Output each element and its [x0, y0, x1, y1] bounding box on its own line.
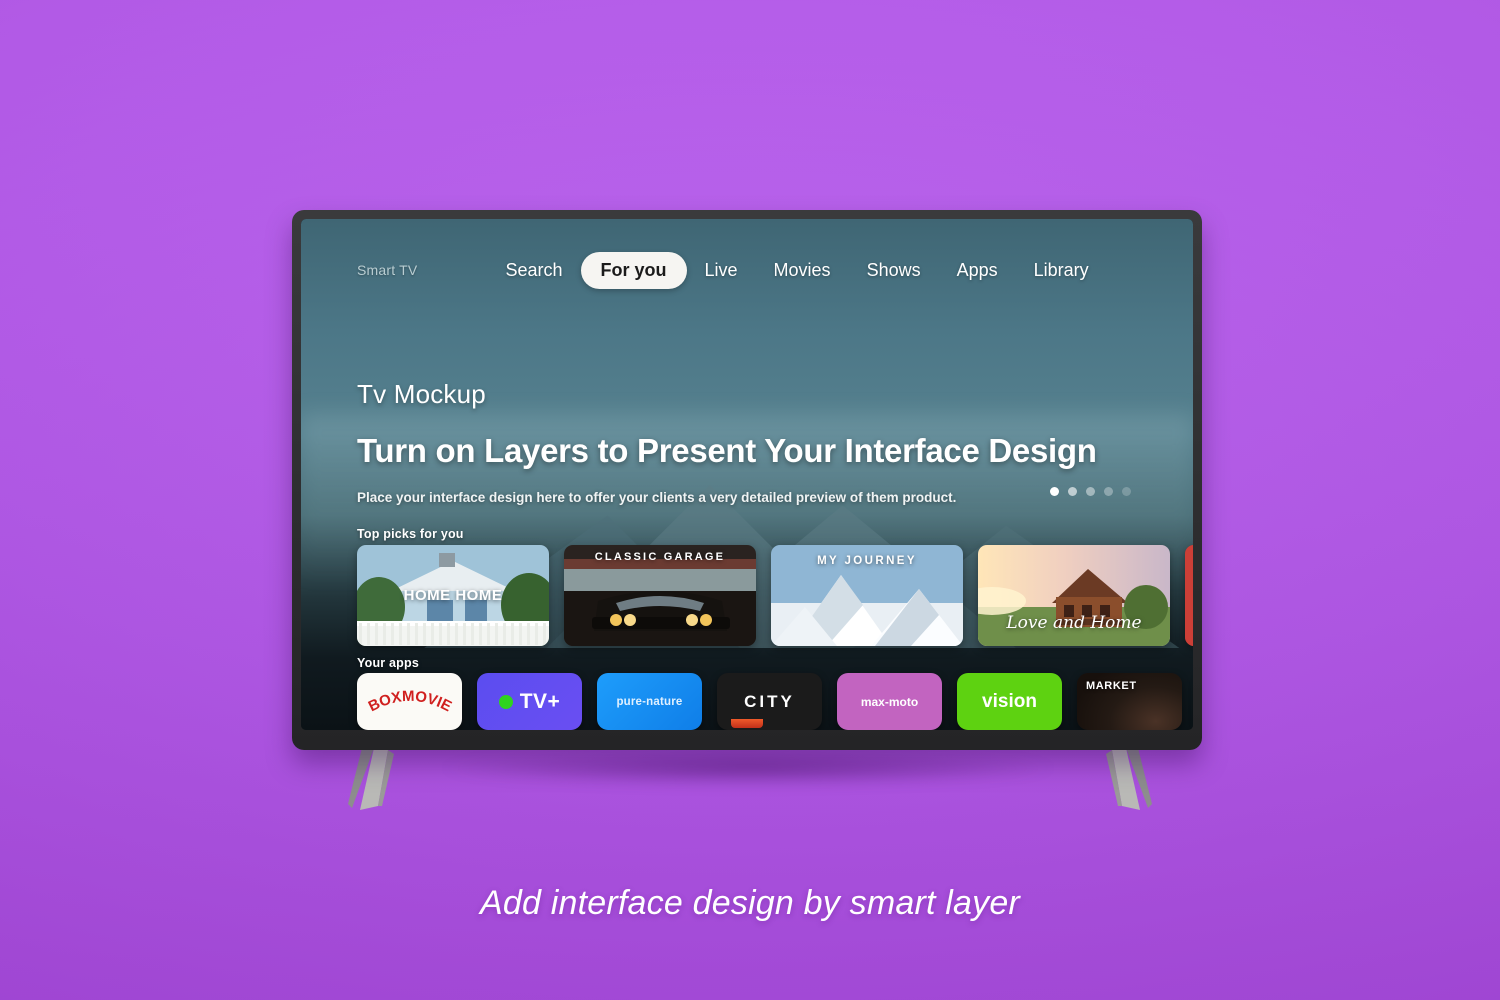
hero-eyebrow: Tv Mockup — [357, 379, 486, 409]
nav-item-apps[interactable]: Apps — [939, 260, 1016, 281]
app-tile-label: max-moto — [860, 694, 919, 709]
app-tile-label: pure-nature — [616, 695, 683, 708]
curtain-artwork — [1185, 545, 1193, 646]
carousel-dot[interactable] — [1068, 487, 1077, 496]
top-picks-label: Top picks for you — [357, 527, 464, 541]
pick-card-classic-garage[interactable]: CLASSIC GARAGE — [564, 545, 756, 646]
pick-card-title: MY JOURNEY — [817, 555, 917, 567]
power-led-indicator — [731, 719, 763, 728]
carousel-dots[interactable] — [1050, 487, 1131, 496]
app-tile-vision[interactable]: vision — [957, 673, 1062, 730]
app-tile-boxmovie[interactable]: BOXMOVIE BOXMOVIE — [357, 673, 462, 730]
svg-text:BOXMOVIE: BOXMOVIE — [365, 687, 454, 714]
tv-stand-leg-right — [1082, 748, 1152, 814]
app-tile-market[interactable]: MARKET — [1077, 673, 1182, 730]
pick-card-title: HOME HOME — [403, 587, 503, 604]
top-picks-row: HOME HOME CLASSIC GARAGE MY JOURNEY Love… — [357, 545, 1193, 646]
app-tile-label: TV+ — [519, 689, 561, 713]
pick-card-title: CLASSIC GARAGE — [594, 551, 726, 563]
tv-mockup: Smart TV Search For you Live Movies Show… — [292, 210, 1202, 810]
green-dot-icon — [498, 694, 513, 709]
app-tile-max-moto[interactable]: max-moto — [837, 673, 942, 730]
app-tile-label: CITY — [744, 691, 795, 711]
app-tile-label: MARKET — [1086, 680, 1137, 692]
carousel-dot[interactable] — [1086, 487, 1095, 496]
boxmovie-logo: BOXMOVIE — [365, 687, 454, 714]
nav-item-shows[interactable]: Shows — [849, 260, 939, 281]
pick-card-title: Love and Home — [1006, 613, 1142, 633]
hero-subline: Place your interface design here to offe… — [357, 490, 957, 505]
carousel-dot[interactable] — [1104, 487, 1113, 496]
pick-card-curtain[interactable] — [1185, 545, 1193, 646]
app-tile-label: vision — [982, 690, 1037, 712]
your-apps-label: Your apps — [357, 656, 419, 670]
pick-card-love-and-home[interactable]: Love and Home — [978, 545, 1170, 646]
brand-label: Smart TV — [357, 262, 418, 278]
app-tile-pure-nature[interactable]: pure-nature — [597, 673, 702, 730]
nav-item-for-you[interactable]: For you — [580, 251, 687, 289]
hero-headline: Turn on Layers to Present Your Interface… — [357, 432, 1097, 469]
pick-card-home-home[interactable]: HOME HOME — [357, 545, 549, 646]
nav-item-movies[interactable]: Movies — [756, 260, 849, 281]
app-tile-tvplus[interactable]: TV+ — [477, 673, 582, 730]
carousel-dot[interactable] — [1122, 487, 1131, 496]
tv-nav-bar: Smart TV Search For you Live Movies Show… — [301, 249, 1193, 291]
apps-row: BOXMOVIE BOXMOVIE TV+ pure-nature CITY — [357, 673, 1193, 730]
tv-screen: Smart TV Search For you Live Movies Show… — [301, 219, 1193, 730]
tv-stand-leg-left — [348, 748, 418, 814]
nav-item-live[interactable]: Live — [687, 260, 756, 281]
nav-item-search[interactable]: Search — [487, 260, 580, 281]
tv-body: Smart TV Search For you Live Movies Show… — [292, 210, 1202, 750]
carousel-dot[interactable] — [1050, 487, 1059, 496]
nav-item-library[interactable]: Library — [1016, 260, 1107, 281]
hero-section: Tv Mockup Turn on Layers to Present Your… — [357, 379, 1097, 505]
pick-card-my-journey[interactable]: MY JOURNEY — [771, 545, 963, 646]
scene-caption: Add interface design by smart layer — [480, 884, 1020, 922]
